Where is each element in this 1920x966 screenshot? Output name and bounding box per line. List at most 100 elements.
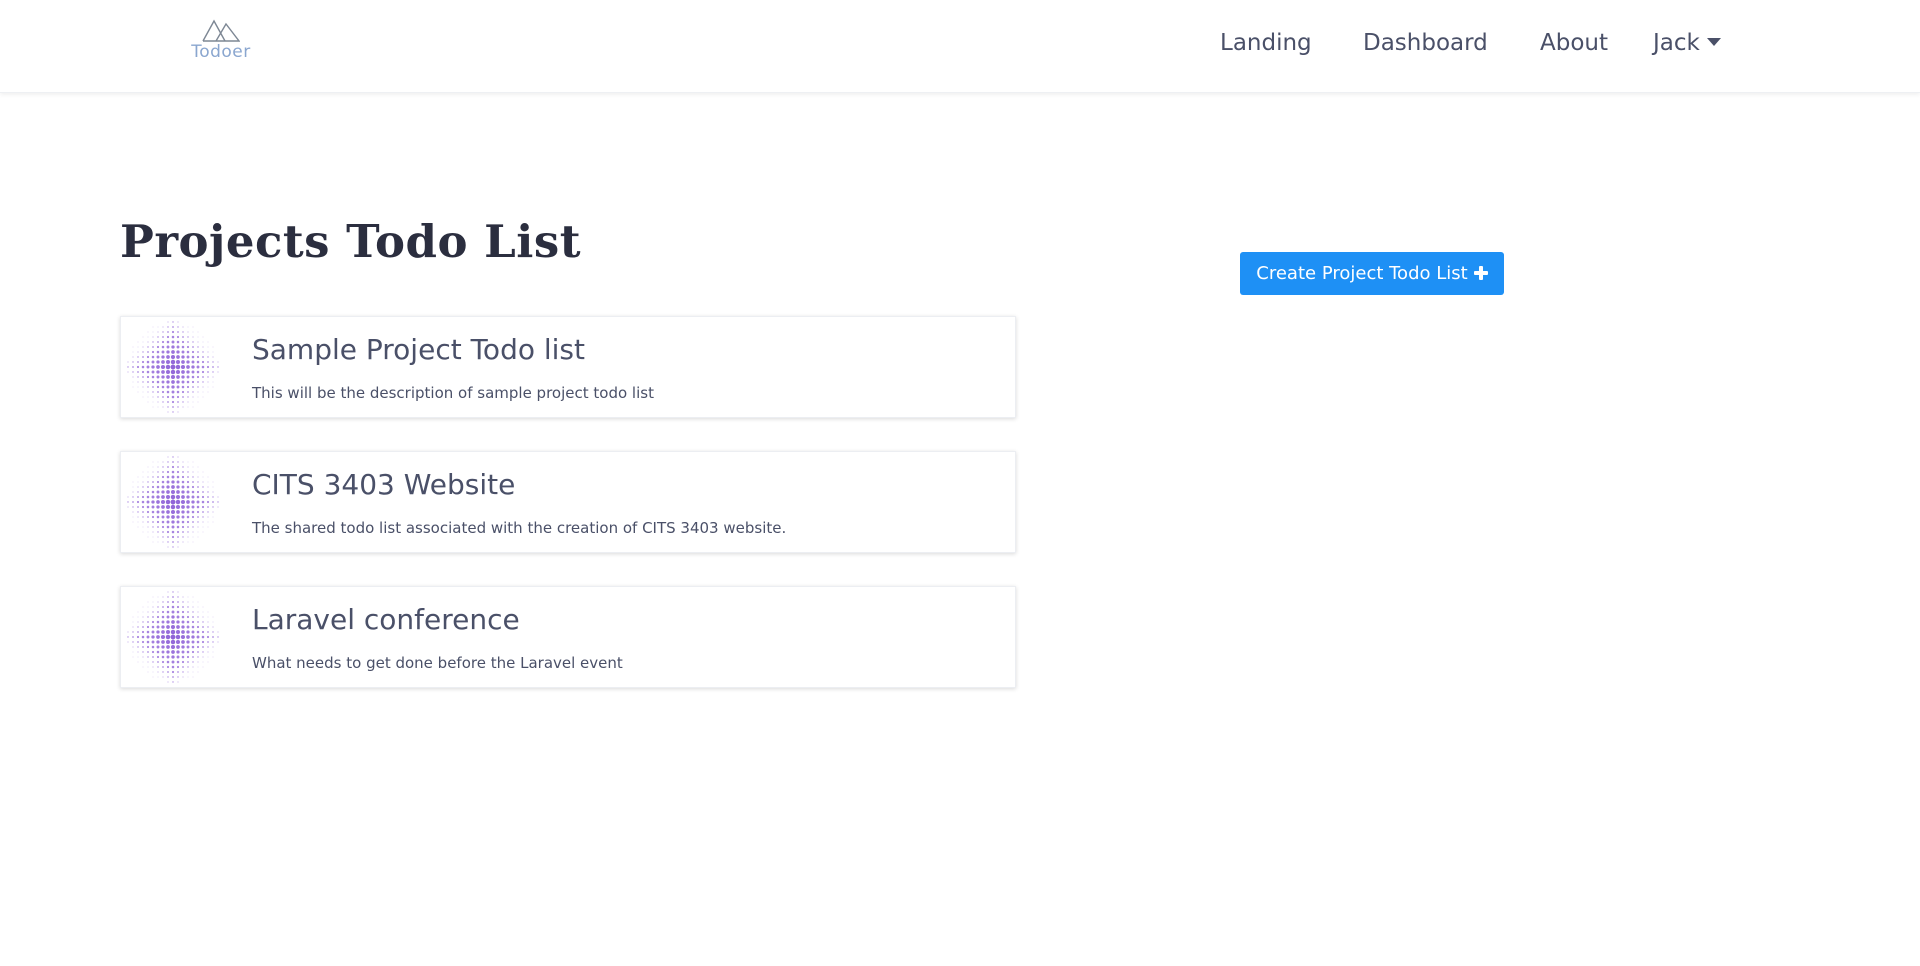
thumbnail-dot xyxy=(177,546,179,548)
thumbnail-dot xyxy=(137,631,139,633)
thumbnail-dot xyxy=(181,385,185,389)
thumbnail-dot xyxy=(196,365,200,369)
thumbnail-dot xyxy=(146,360,150,364)
thumbnail-dot xyxy=(171,395,175,399)
thumbnail-dot xyxy=(137,626,139,628)
user-menu-dropdown[interactable]: Jack xyxy=(1653,30,1721,56)
thumbnail-dot xyxy=(132,651,134,653)
thumbnail-dot xyxy=(156,515,160,519)
thumbnail-dot xyxy=(197,656,199,658)
thumbnail-dot xyxy=(187,336,189,338)
thumbnail-dot xyxy=(182,461,184,463)
thumbnail-dot xyxy=(167,411,169,413)
project-thumbnail-pattern xyxy=(127,591,219,683)
thumbnail-dot xyxy=(177,671,179,673)
thumbnail-dot xyxy=(132,366,134,368)
thumbnail-dot xyxy=(166,645,170,649)
thumbnail-dot xyxy=(132,626,134,628)
thumbnail-dot xyxy=(201,640,205,644)
thumbnail-dot xyxy=(170,359,176,365)
thumbnail-dot xyxy=(186,375,190,379)
thumbnail-dot xyxy=(182,331,184,333)
thumbnail-dot xyxy=(161,380,165,384)
thumbnail-dot xyxy=(181,505,185,509)
thumbnail-dot xyxy=(146,490,150,494)
thumbnail-dot xyxy=(176,395,180,399)
thumbnail-dot xyxy=(176,350,180,354)
project-card[interactable]: Laravel conference What needs to get don… xyxy=(120,586,1016,688)
thumbnail-dot xyxy=(151,350,155,354)
thumbnail-dot xyxy=(197,601,199,603)
thumbnail-dot xyxy=(197,466,199,468)
nav-dashboard-link[interactable]: Dashboard xyxy=(1363,30,1488,56)
thumbnail-dot xyxy=(141,370,145,374)
thumbnail-dot xyxy=(166,655,170,659)
thumbnail-dot xyxy=(161,340,165,344)
thumbnail-dot xyxy=(156,635,160,639)
thumbnail-dot xyxy=(207,351,209,353)
thumbnail-dot xyxy=(132,386,134,388)
thumbnail-dot xyxy=(152,526,154,528)
thumbnail-dot xyxy=(196,645,200,649)
thumbnail-dot xyxy=(207,526,209,528)
thumbnail-dot xyxy=(147,671,149,673)
thumbnail-dot xyxy=(157,661,159,663)
thumbnail-dot xyxy=(137,656,139,658)
thumbnail-dot xyxy=(161,610,165,614)
thumbnail-dot xyxy=(137,526,139,528)
thumbnail-dot xyxy=(206,365,210,369)
thumbnail-dot xyxy=(156,625,160,629)
thumbnail-dot xyxy=(156,505,160,509)
thumbnail-dot xyxy=(191,505,195,509)
project-card[interactable]: CITS 3403 Website The shared todo list a… xyxy=(120,451,1016,553)
thumbnail-dot xyxy=(156,360,160,364)
thumbnail-dot xyxy=(172,681,174,683)
thumbnail-dot xyxy=(201,630,205,634)
thumbnail-dot xyxy=(147,396,149,398)
thumbnail-dot xyxy=(177,326,179,328)
thumbnail-dot xyxy=(172,596,174,598)
thumbnail-dot xyxy=(152,396,154,398)
thumbnail-dot xyxy=(160,634,166,640)
thumbnail-dot xyxy=(207,476,209,478)
thumbnail-dot xyxy=(192,346,194,348)
thumbnail-dot xyxy=(201,370,205,374)
project-card[interactable]: Sample Project Todo list This will be th… xyxy=(120,316,1016,418)
thumbnail-dot xyxy=(142,511,144,513)
thumbnail-dot xyxy=(127,371,129,373)
thumbnail-dot xyxy=(176,390,180,394)
thumbnail-dot xyxy=(132,641,134,643)
thumbnail-dot xyxy=(156,350,160,354)
thumbnail-dot xyxy=(127,641,129,643)
thumbnail-dot xyxy=(186,520,190,524)
thumbnail-dot xyxy=(175,359,181,365)
thumbnail-dot xyxy=(165,494,171,500)
thumbnail-dot xyxy=(177,591,179,593)
thumbnail-dot xyxy=(212,381,214,383)
thumbnail-dot xyxy=(202,626,204,628)
thumbnail-dot xyxy=(212,346,214,348)
thumbnail-dot xyxy=(146,645,150,649)
thumbnail-dot xyxy=(171,650,175,654)
thumbnail-dot xyxy=(142,386,144,388)
thumbnail-dot xyxy=(196,625,200,629)
thumbnail-dot xyxy=(146,640,150,644)
thumbnail-dot xyxy=(176,655,180,659)
thumbnail-dot xyxy=(202,526,204,528)
thumbnail-dot xyxy=(191,650,195,654)
thumbnail-dot xyxy=(162,326,164,328)
create-project-todo-list-button[interactable]: Create Project Todo List xyxy=(1240,252,1504,295)
thumbnail-dot xyxy=(192,606,194,608)
nav-landing-link[interactable]: Landing xyxy=(1220,30,1312,56)
thumbnail-dot xyxy=(161,615,165,619)
thumbnail-dot xyxy=(197,606,199,608)
thumbnail-dot xyxy=(127,366,129,368)
thumbnail-dot xyxy=(151,620,155,624)
thumbnail-dot xyxy=(156,375,160,379)
nav-about-link[interactable]: About xyxy=(1540,30,1608,56)
thumbnail-dot xyxy=(156,520,160,524)
thumbnail-dot xyxy=(176,530,180,534)
thumbnail-dot xyxy=(171,530,175,534)
thumbnail-dot xyxy=(207,641,209,643)
thumbnail-dot xyxy=(152,386,154,388)
